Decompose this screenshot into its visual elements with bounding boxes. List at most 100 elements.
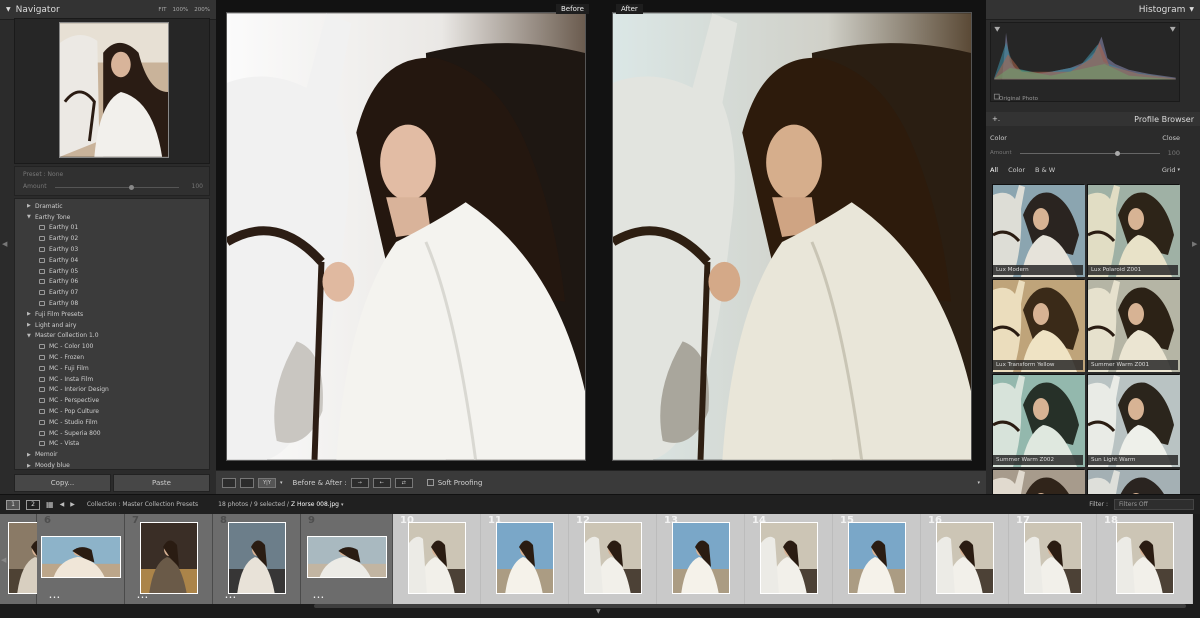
preset-item[interactable]: Earthy 01 [15,223,209,234]
rating-dots[interactable]: ••• [225,595,237,601]
monitor-1-button[interactable]: 1 [6,499,20,510]
filmstrip-cell[interactable]: 10 [393,514,481,604]
folder-open-triangle-icon[interactable]: ▼ [27,214,35,220]
swap-before-after-button[interactable]: ⇄ [394,477,413,488]
profile-tile[interactable]: Summer Warm Z001 [1087,279,1180,372]
preset-amount-slider[interactable] [55,185,179,190]
filmstrip-thumbnail[interactable] [408,522,466,594]
after-photo[interactable] [612,12,972,461]
filmstrip-thumbnail[interactable] [307,536,387,578]
preset-item[interactable]: MC - Superia 800 [15,428,209,439]
folder-closed-triangle-icon[interactable]: ▶ [27,311,35,317]
preset-item[interactable]: Earthy 05 [15,266,209,277]
profile-browser-header[interactable]: +. Profile Browser [986,112,1200,126]
preset-folder[interactable]: ▶ Moody blue [15,460,209,469]
forward-arrow-icon[interactable]: ▶ [70,501,75,508]
preset-folder[interactable]: ▼ Master Collection 1.0 [15,331,209,342]
back-arrow-icon[interactable]: ◀ [60,501,65,508]
grid-view-dropdown[interactable]: Grid [1162,166,1176,174]
collapse-triangle-icon[interactable]: ▼ [1189,6,1194,13]
filmstrip-cell[interactable]: 14 [745,514,833,604]
filmstrip-thumbnail[interactable] [140,522,198,594]
copy-button[interactable]: Copy... [14,474,111,492]
filter-color-tab[interactable]: Color [1008,166,1025,174]
copy-after-to-before-button[interactable]: ← [372,477,391,488]
loupe-view-button[interactable] [222,477,236,488]
preset-item[interactable]: MC - Perspective [15,395,209,406]
navigator-header[interactable]: ▼ Navigator FIT 100% 200% [0,0,216,20]
preset-item[interactable]: Earthy 08 [15,298,209,309]
rating-dots[interactable]: ••• [49,595,61,601]
filmstrip-thumbnail[interactable] [228,522,286,594]
grid-view-button[interactable] [240,477,254,488]
filmstrip-cell[interactable]: 16 [921,514,1009,604]
preset-folder[interactable]: ▶ Fuji Film Presets [15,309,209,320]
left-panel-toggle-icon[interactable]: ◀ [2,240,7,248]
histogram[interactable] [990,22,1180,102]
preset-item[interactable]: Earthy 06 [15,277,209,288]
preset-folder[interactable]: ▶ Memoir [15,449,209,460]
profile-tile[interactable] [1087,469,1180,494]
preset-item[interactable]: MC - Interior Design [15,385,209,396]
preset-item[interactable]: Earthy 07 [15,287,209,298]
folder-closed-triangle-icon[interactable]: ▶ [27,463,35,469]
rating-dots[interactable]: ••• [137,595,149,601]
filmstrip-thumbnail[interactable] [848,522,906,594]
preset-item[interactable]: MC - Frozen [15,352,209,363]
before-photo[interactable] [226,12,586,461]
filmstrip-scrollbar[interactable] [314,604,1186,608]
profile-tile[interactable]: Lux Polaroid Z001 [1087,184,1180,277]
zoom-100[interactable]: 100% [173,7,189,13]
filter-all-tab[interactable]: All [990,166,998,174]
filter-bw-tab[interactable]: B & W [1035,166,1055,174]
preset-item[interactable]: MC - Pop Culture [15,406,209,417]
filmstrip-cell[interactable]: 13 [657,514,745,604]
dropdown-chevron-icon[interactable]: ▾ [280,480,283,486]
folder-closed-triangle-icon[interactable]: ▶ [27,322,35,328]
filmstrip-cell[interactable]: 15 [833,514,921,604]
filmstrip-toggle-icon[interactable]: ▼ [596,608,601,615]
filmstrip-cell[interactable]: 18 [1097,514,1193,604]
histogram-header[interactable]: Histogram ▼ [986,0,1200,20]
preset-item[interactable]: Earthy 04 [15,255,209,266]
folder-open-triangle-icon[interactable]: ▼ [27,333,35,339]
filmstrip-thumbnail[interactable] [496,522,554,594]
profile-tile[interactable] [992,469,1085,494]
slider-knob[interactable] [1114,150,1120,156]
preset-folder[interactable]: ▶ Light and airy [15,320,209,331]
profile-amount-slider[interactable] [1019,150,1160,156]
preset-item[interactable]: MC - Studio Film [15,417,209,428]
filmstrip-left-arrow-icon[interactable]: ◀ [1,556,6,564]
filmstrip-cell[interactable]: 9 ••• [301,514,393,604]
profile-close-button[interactable]: Close [1162,134,1180,142]
profile-tile[interactable]: Lux Modern [992,184,1085,277]
preset-folder[interactable]: ▼ Earthy Tone [15,212,209,223]
monitor-2-button[interactable]: 2 [26,499,40,510]
filmstrip-cell[interactable]: 12 [569,514,657,604]
rating-dots[interactable]: ••• [313,595,325,601]
preset-item[interactable]: Earthy 03 [15,244,209,255]
profile-tile[interactable]: Sun Light Warm [1087,374,1180,467]
filmstrip-cell[interactable]: 11 [481,514,569,604]
filmstrip-cell[interactable]: 7 ••• [125,514,213,604]
filmstrip-cell[interactable]: 8 ••• [213,514,301,604]
navigator-thumbnail[interactable] [59,22,169,158]
right-panel-toggle-icon[interactable]: ▶ [1192,240,1197,248]
copy-before-to-after-button[interactable]: → [350,477,369,488]
filmstrip-cell[interactable]: 17 [1009,514,1097,604]
preset-item[interactable]: MC - Color 100 [15,341,209,352]
profile-tile[interactable]: Lux Transform Yellow [992,279,1085,372]
folder-closed-triangle-icon[interactable]: ▶ [27,452,35,458]
filmstrip-cell[interactable]: 6 ••• [37,514,125,604]
folder-closed-triangle-icon[interactable]: ▶ [27,203,35,209]
soft-proofing-checkbox[interactable] [426,479,434,486]
preset-folder[interactable]: ▶ Dramatic [15,201,209,212]
filmstrip-thumbnail[interactable] [672,522,730,594]
chevron-down-icon[interactable]: ▾ [341,502,344,508]
collapse-triangle-icon[interactable]: ▼ [6,6,11,13]
profile-browser-add-icon[interactable]: +. [992,115,1000,123]
filmstrip-thumbnail[interactable] [584,522,642,594]
filter-dropdown[interactable]: Filters Off [1114,499,1194,510]
zoom-fit[interactable]: FIT [158,7,166,13]
filmstrip-thumbnail[interactable] [936,522,994,594]
